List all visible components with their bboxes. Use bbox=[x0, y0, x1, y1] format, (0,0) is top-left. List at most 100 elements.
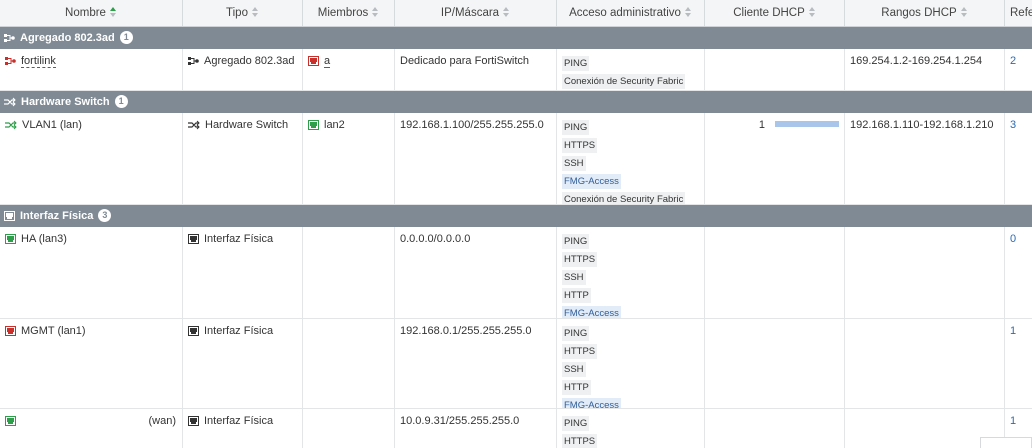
interface-name[interactable]: VLAN1 (lan) bbox=[22, 119, 82, 131]
ref-link[interactable]: 0 bbox=[1010, 233, 1016, 245]
access-tag: SSH bbox=[562, 270, 586, 285]
aggregate-icon bbox=[4, 34, 15, 42]
cell-miembros bbox=[303, 409, 395, 448]
table-row-mgmt[interactable]: MGMT (lan1) Interfaz Física 192.168.0.1/… bbox=[0, 319, 1032, 409]
cell-tipo: Agregado 802.3ad bbox=[183, 49, 303, 90]
cell-tipo: Interfaz Física bbox=[183, 227, 303, 318]
cell-ip: 10.0.9.31/255.255.255.0 bbox=[395, 409, 557, 448]
group-label: Hardware Switch bbox=[21, 96, 110, 108]
col-header-cliente-dhcp[interactable]: Cliente DHCP bbox=[705, 0, 845, 26]
access-tag: FMG-Access bbox=[562, 174, 621, 189]
cell-rangos-dhcp: 192.168.1.110-192.168.1.210 bbox=[845, 113, 1005, 204]
sort-icon bbox=[372, 7, 379, 17]
cell-acceso: PING HTTPS bbox=[557, 409, 705, 448]
access-tag: PING bbox=[562, 234, 590, 249]
aggregate-type-icon bbox=[188, 57, 199, 65]
ref-link[interactable]: 1 bbox=[1010, 415, 1016, 427]
cell-cliente-dhcp: 1 bbox=[705, 113, 845, 204]
cell-tipo: Interfaz Física bbox=[183, 409, 303, 448]
interface-name[interactable]: HA (lan3) bbox=[21, 233, 67, 245]
table-row-wan[interactable]: (wan) Interfaz Física 10.0.9.31/255.255.… bbox=[0, 409, 1032, 448]
cell-cliente-dhcp bbox=[705, 409, 845, 448]
access-tag: HTTP bbox=[562, 380, 591, 395]
cell-nombre: MGMT (lan1) bbox=[0, 319, 183, 408]
horizontal-scrollbar[interactable] bbox=[980, 437, 1032, 448]
aggregate-red-icon bbox=[5, 57, 16, 65]
port-type-icon bbox=[188, 234, 199, 244]
cell-acceso: PING Conexión de Security Fabric bbox=[557, 49, 705, 90]
sort-icon bbox=[684, 7, 692, 17]
access-tag: HTTP bbox=[562, 288, 591, 303]
col-header-tipo[interactable]: Tipo bbox=[183, 0, 303, 26]
ref-link[interactable]: 2 bbox=[1010, 55, 1016, 67]
cell-miembros: a bbox=[303, 49, 395, 90]
ref-link[interactable]: 1 bbox=[1010, 325, 1016, 337]
access-tag: HTTPS bbox=[562, 434, 598, 448]
cell-nombre: HA (lan3) bbox=[0, 227, 183, 318]
port-red-icon bbox=[5, 326, 16, 336]
access-tag: PING bbox=[562, 326, 590, 341]
group-count-badge: 3 bbox=[98, 209, 112, 222]
port-green-icon bbox=[5, 416, 16, 426]
port-green-icon bbox=[5, 234, 16, 244]
cell-nombre: VLAN1 (lan) bbox=[0, 113, 183, 204]
group-header-aggregate[interactable]: Agregado 802.3ad 1 bbox=[0, 27, 1032, 49]
cell-ip: 0.0.0.0/0.0.0.0 bbox=[395, 227, 557, 318]
sort-icon bbox=[251, 7, 259, 17]
group-header-hardware-switch[interactable]: Hardware Switch 1 bbox=[0, 91, 1032, 113]
cell-nombre: (wan) bbox=[0, 409, 183, 448]
group-header-physical[interactable]: Interfaz Física 3 bbox=[0, 205, 1032, 227]
cell-rangos-dhcp bbox=[845, 319, 1005, 408]
ref-link[interactable]: 3 bbox=[1010, 119, 1016, 131]
port-type-icon bbox=[188, 326, 199, 336]
access-tag: HTTPS bbox=[562, 138, 598, 153]
access-tag: FMG-Access bbox=[562, 398, 621, 408]
col-header-nombre[interactable]: Nombre bbox=[0, 0, 183, 26]
access-tag: HTTPS bbox=[562, 252, 598, 267]
interface-name[interactable]: (wan) bbox=[148, 415, 176, 427]
group-count-badge: 1 bbox=[114, 95, 128, 108]
interface-name[interactable]: MGMT (lan1) bbox=[21, 325, 86, 337]
switch-green-icon bbox=[5, 120, 17, 130]
sort-asc-icon bbox=[109, 7, 117, 17]
access-tag: PING bbox=[562, 120, 590, 135]
col-header-ip-mascara[interactable]: IP/Máscara bbox=[395, 0, 557, 26]
table-row-ha[interactable]: HA (lan3) Interfaz Física 0.0.0.0/0.0.0.… bbox=[0, 227, 1032, 319]
port-green-icon bbox=[308, 120, 319, 130]
cell-ip: 192.168.0.1/255.255.255.0 bbox=[395, 319, 557, 408]
sort-icon bbox=[960, 7, 968, 17]
cell-acceso: PING HTTPS SSH FMG-Access Conexión de Se… bbox=[557, 113, 705, 204]
col-header-rangos-dhcp[interactable]: Rangos DHCP bbox=[845, 0, 1005, 26]
sort-icon bbox=[808, 7, 816, 17]
cell-miembros bbox=[303, 319, 395, 408]
table-row-fortilink[interactable]: fortilink Agregado 802.3ad a Dedicado pa… bbox=[0, 49, 1032, 91]
switch-type-icon bbox=[188, 120, 200, 130]
interface-name[interactable]: fortilink bbox=[21, 55, 56, 68]
cell-miembros: lan2 bbox=[303, 113, 395, 204]
cell-miembros bbox=[303, 227, 395, 318]
cell-tipo: Hardware Switch bbox=[183, 113, 303, 204]
interfaces-table: Nombre Tipo Miembros IP/Máscara Acceso a… bbox=[0, 0, 1032, 448]
access-tag: SSH bbox=[562, 156, 586, 171]
member-name[interactable]: a bbox=[324, 55, 331, 68]
cell-referencias: 1 bbox=[1005, 319, 1032, 408]
group-count-badge: 1 bbox=[119, 31, 133, 44]
access-tag: PING bbox=[562, 416, 590, 431]
col-header-miembros[interactable]: Miembros bbox=[303, 0, 395, 26]
col-header-referencias[interactable]: Refe bbox=[1005, 0, 1032, 26]
cell-rangos-dhcp: 169.254.1.2-169.254.1.254 bbox=[845, 49, 1005, 90]
cell-tipo: Interfaz Física bbox=[183, 319, 303, 408]
table-row-vlan1[interactable]: VLAN1 (lan) Hardware Switch lan2 192.168… bbox=[0, 113, 1032, 205]
col-header-acceso-administrativo[interactable]: Acceso administrativo bbox=[557, 0, 705, 26]
access-tag: HTTPS bbox=[562, 344, 598, 359]
table-header: Nombre Tipo Miembros IP/Máscara Acceso a… bbox=[0, 0, 1032, 27]
cell-acceso: PING HTTPS SSH HTTP FMG-Access bbox=[557, 319, 705, 408]
member-name[interactable]: lan2 bbox=[324, 119, 345, 131]
cell-ip: 192.168.1.100/255.255.255.0 bbox=[395, 113, 557, 204]
port-red-icon bbox=[308, 56, 319, 66]
dhcp-usage-bar bbox=[775, 121, 839, 127]
dhcp-client-count: 1 bbox=[758, 119, 765, 131]
cell-referencias: 0 bbox=[1005, 227, 1032, 318]
sort-icon bbox=[503, 7, 510, 17]
port-icon bbox=[4, 211, 15, 221]
